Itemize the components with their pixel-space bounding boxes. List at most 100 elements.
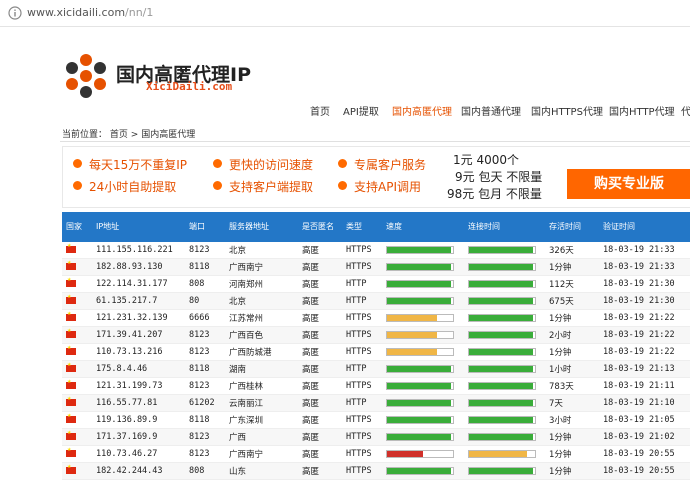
ip-cell[interactable]: 116.55.77.81 — [92, 395, 185, 412]
alive-cell: 1小时 — [549, 365, 572, 375]
ip-cell[interactable]: 110.73.46.27 — [92, 446, 185, 463]
alive-cell: 326天 — [549, 246, 574, 256]
col-header-speed: 速度 — [386, 222, 402, 231]
location-cell[interactable]: 山东 — [225, 463, 298, 480]
verified-cell: 18-03-19 21:22 — [603, 313, 675, 323]
speed-bar-fill — [387, 434, 452, 440]
speed-bar — [386, 467, 454, 475]
ip-cell[interactable]: 111.155.116.221 — [92, 242, 185, 259]
port-cell: 808 — [189, 466, 205, 476]
port-cell: 8118 — [189, 415, 210, 425]
connect-cell — [464, 344, 545, 361]
verified-cell: 18-03-19 21:22 — [603, 330, 675, 340]
ip-cell[interactable]: 121.31.199.73 — [92, 378, 185, 395]
address-bar[interactable]: www.xicidaili.com/nn/1 — [0, 0, 690, 27]
ip-cell[interactable]: 122.114.31.177 — [92, 276, 185, 293]
col-header-verified-time: 验证时间 — [603, 222, 635, 231]
speed-bar-fill — [387, 349, 437, 355]
nav-item-normal[interactable]: 国内普通代理 — [461, 103, 521, 118]
connect-cell — [464, 276, 545, 293]
connect-bar — [468, 331, 536, 339]
connect-bar — [468, 399, 536, 407]
location-cell[interactable]: 广西 — [225, 429, 298, 446]
nav-item-api[interactable]: API提取 — [343, 103, 379, 118]
speed-cell — [382, 242, 464, 259]
port-cell: 8123 — [189, 347, 210, 357]
ip-cell[interactable]: 182.88.93.130 — [92, 259, 185, 276]
alive-cell: 1分钟 — [549, 263, 572, 273]
port-cell: 808 — [189, 279, 205, 289]
speed-bar — [386, 382, 454, 390]
brand-domain[interactable]: XiciDaili.com — [146, 80, 232, 93]
location-cell[interactable]: 北京 — [225, 293, 298, 310]
country-cell — [62, 446, 92, 463]
location-cell[interactable]: 广西桂林 — [225, 378, 298, 395]
connect-bar — [468, 348, 536, 356]
connect-bar-fill — [469, 298, 534, 304]
type-cell: HTTP — [346, 296, 367, 306]
location-cell[interactable]: 河南郑州 — [225, 276, 298, 293]
verified-cell: 18-03-19 21:22 — [603, 347, 675, 357]
verified-cell: 18-03-19 21:11 — [603, 381, 675, 391]
china-flag-icon — [66, 243, 76, 253]
type-cell: HTTPS — [346, 313, 372, 323]
china-flag-icon — [66, 294, 76, 304]
china-flag-icon — [66, 396, 76, 406]
country-cell — [62, 429, 92, 446]
speed-bar-fill — [387, 298, 452, 304]
bullet-icon — [338, 159, 347, 168]
ip-cell[interactable]: 119.136.89.9 — [92, 412, 185, 429]
location-cell[interactable]: 广西南宁 — [225, 446, 298, 463]
ip-cell[interactable]: 182.42.244.43 — [92, 463, 185, 480]
china-flag-icon — [66, 464, 76, 474]
port-cell: 80 — [189, 296, 200, 306]
location-cell[interactable]: 云南丽江 — [225, 395, 298, 412]
table-row: 110.73.13.216 8123 广西防城港高匿 HTTPS 1分钟 18-03-19… — [62, 344, 690, 361]
nav-item-more[interactable]: 代 — [681, 103, 690, 118]
url-host: www.xicidaili.com — [27, 6, 126, 19]
speed-cell — [382, 463, 464, 480]
ip-cell[interactable]: 175.8.4.46 — [92, 361, 185, 378]
speed-bar-fill — [387, 315, 437, 321]
nav-item-https[interactable]: 国内HTTPS代理 — [531, 103, 603, 118]
location-cell[interactable]: 广西南宁 — [225, 259, 298, 276]
xici-logo-icon[interactable] — [62, 52, 110, 100]
table-row: 175.8.4.46 8118 湖南高匿 HTTP 1小时 18-03-19 21:13 — [62, 360, 690, 378]
country-cell — [62, 463, 92, 480]
location-cell[interactable]: 广西百色 — [225, 327, 298, 344]
china-flag-icon — [66, 345, 76, 355]
ip-cell[interactable]: 171.37.169.9 — [92, 429, 185, 446]
buy-pro-button[interactable]: 购买专业版 — [567, 169, 690, 199]
type-cell: HTTPS — [346, 245, 372, 255]
nav-item-http[interactable]: 国内HTTP代理 — [609, 103, 675, 118]
type-cell: HTTP — [346, 398, 367, 408]
location-cell[interactable]: 广西防城港 — [225, 344, 298, 361]
connect-bar-fill — [469, 468, 534, 474]
speed-cell — [382, 429, 464, 446]
table-row: 116.55.77.81 61202 云南丽江高匿 HTTP 7天 18-03-19 21… — [62, 394, 690, 412]
location-cell[interactable]: 广东深圳 — [225, 412, 298, 429]
nav-item-high-anon[interactable]: 国内高匿代理 — [392, 103, 452, 118]
col-header-ip: IP地址 — [96, 222, 120, 231]
country-cell — [62, 327, 92, 344]
url-text[interactable]: www.xicidaili.com/nn/1 — [27, 6, 153, 19]
ip-cell[interactable]: 61.135.217.7 — [92, 293, 185, 310]
location-cell[interactable]: 北京 — [225, 242, 298, 259]
ip-cell[interactable]: 110.73.13.216 — [92, 344, 185, 361]
speed-cell — [382, 327, 464, 344]
nav-item-home[interactable]: 首页 — [310, 103, 330, 118]
url-path: /nn/1 — [125, 6, 154, 19]
location-cell[interactable]: 湖南 — [225, 361, 298, 378]
breadcrumb-home[interactable]: 首页 — [110, 130, 128, 140]
feature-item: 支持客户端提取 — [213, 178, 313, 195]
info-icon[interactable] — [8, 6, 22, 20]
ip-cell[interactable]: 121.231.32.139 — [92, 310, 185, 327]
speed-bar-fill — [387, 281, 452, 287]
type-cell: HTTPS — [346, 466, 372, 476]
location-cell[interactable]: 江苏常州 — [225, 310, 298, 327]
speed-bar-fill — [387, 400, 452, 406]
ip-cell[interactable]: 171.39.41.207 — [92, 327, 185, 344]
type-cell: HTTPS — [346, 347, 372, 357]
connect-cell — [464, 293, 545, 310]
col-header-port: 端口 — [189, 222, 205, 231]
